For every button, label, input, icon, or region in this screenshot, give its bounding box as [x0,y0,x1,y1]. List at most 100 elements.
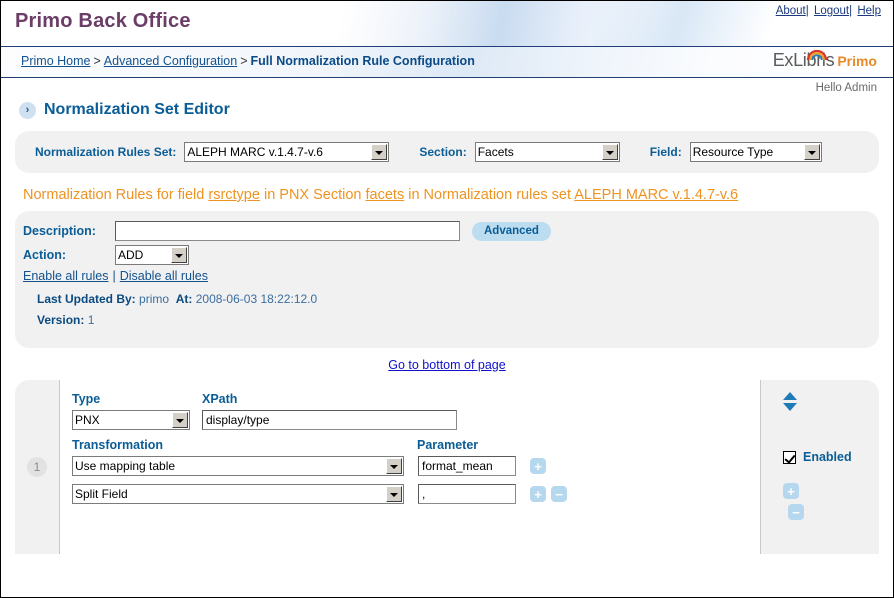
top-links-separator-2: | [849,5,853,17]
top-utility-links: About| Logout| Help [776,5,881,17]
metadata-block: Last Updated By: primo At: 2008-06-03 18… [15,292,879,327]
chevron-right-icon: › [19,101,36,119]
last-updated-by-value: primo [139,292,170,306]
page-title: › Normalization Set Editor [19,101,893,119]
section-select[interactable]: Facets [474,142,620,162]
section-link[interactable]: facets [366,187,405,203]
transformation-select-2[interactable]: Split Field [72,484,404,504]
description-label: Description: [23,224,96,238]
rule-side-controls: Enabled + − [761,380,879,554]
minus-icon[interactable]: − [788,504,804,520]
app-title: Primo Back Office [15,10,191,32]
rule-fields-row-1: PNX [72,410,760,430]
version-label: Version: [37,313,85,327]
breadcrumb-item-current: Full Normalization Rule Configuration [250,54,475,68]
plus-icon[interactable]: + [783,483,799,499]
transformation-select-wrap-1: Use mapping table [72,456,404,476]
version-row: Version: 1 [37,313,879,327]
transformation-row-1: Use mapping table + [72,456,760,476]
triangle-down-icon[interactable] [783,403,797,411]
goto-bottom-of-page-link[interactable]: Go to bottom of page [388,358,505,372]
xpath-header: XPath [202,392,238,406]
rule-type-select[interactable]: PNX [72,410,190,430]
page-root: Primo Back Office About| Logout| Help Pr… [0,0,894,598]
plus-icon[interactable]: + [530,486,546,502]
rules-panel: 1 Type XPath PNX Transf [15,380,879,554]
goto-bottom-row: Go to bottom of page [1,358,893,372]
transformation-header: Transformation [72,438,163,452]
normalization-rules-set-select[interactable]: ALEPH MARC v.1.4.7-v.6 [184,142,390,162]
enabled-checkbox[interactable] [783,450,796,464]
rule-row: 1 Type XPath PNX Transf [15,380,879,554]
at-value: 2008-06-03 18:22:12.0 [195,292,318,306]
about-link[interactable]: About [776,5,806,17]
rule-headers-row-2: Transformation Parameter [72,438,760,452]
advanced-button[interactable]: Advanced [472,221,551,241]
field-select[interactable]: Resource Type [689,142,822,162]
action-label: Action: [23,248,67,262]
type-select-wrap: PNX [72,410,190,430]
rules-set-label: Normalization Rules Set: [35,145,177,159]
logout-link[interactable]: Logout [814,5,849,17]
breadcrumb-separator-1: > [93,54,101,68]
rule-add-remove-controls: + − [783,483,804,525]
section-select-wrap: Facets [474,142,620,162]
greeting-text: Hello Admin [815,82,877,94]
exlibris-primo-logo: ExLibris Primo [773,49,877,71]
heading-part-1: Normalization Rules for field [23,187,209,203]
last-updated-row: Last Updated By: primo At: 2008-06-03 18… [37,292,879,306]
top-links-separator-1: | [805,5,809,17]
description-input[interactable] [115,221,460,241]
rules-set-select-wrap: ALEPH MARC v.1.4.7-v.6 [184,142,390,162]
field-label: Field: [649,145,682,159]
rule-headers-row-1: Type XPath [72,392,760,406]
action-select[interactable]: ADD [115,245,189,265]
section-label: Section: [419,145,467,159]
type-header: Type [72,392,101,406]
version-value: 1 [87,313,95,327]
enable-all-rules-link[interactable]: Enable all rules [23,269,108,283]
breadcrumb-item-advanced-configuration[interactable]: Advanced Configuration [104,54,237,68]
minus-icon[interactable]: − [551,486,567,502]
last-updated-by-label: Last Updated By: [37,292,136,306]
rule-number-badge: 1 [27,457,47,477]
rule-body: Type XPath PNX Transformation Parameter [59,380,761,554]
links-separator: | [112,269,116,283]
disable-all-rules-link[interactable]: Disable all rules [120,269,208,283]
rules-context-heading: Normalization Rules for field rsrctype i… [23,187,893,203]
at-label: At: [175,292,193,306]
app-header: Primo Back Office About| Logout| Help [1,1,893,47]
breadcrumb-bar: Primo Home > Advanced Configuration > Full N… [1,47,893,78]
enabled-label: Enabled [803,450,852,464]
transformation-row-2: Split Field + − [72,484,760,504]
action-select-wrap: ADD [115,245,189,265]
breadcrumb-separator-2: > [240,54,248,68]
rule-xpath-input[interactable] [202,410,457,430]
rainbow-arc-icon [806,49,827,61]
description-row: Description: Advanced [15,221,879,241]
selector-bar: Normalization Rules Set: ALEPH MARC v.1.… [15,131,879,173]
help-link[interactable]: Help [857,5,881,17]
page-title-label: Normalization Set Editor [44,101,230,118]
rule-enabled-control: Enabled [783,450,852,464]
heading-part-2: in PNX Section [259,187,366,203]
description-panel: Description: Advanced Action: ADD Enable… [15,211,879,348]
rule-number-col: 1 [15,380,59,554]
parameter-header: Parameter [417,438,479,452]
parameter-input-1[interactable] [418,456,516,476]
field-select-wrap: Resource Type [689,142,822,162]
parameter-input-2[interactable] [418,484,516,504]
bulk-rule-links: Enable all rules | Disable all rules [15,269,879,283]
field-link[interactable]: rsrctype [208,187,260,203]
plus-icon[interactable]: + [530,458,546,474]
rules-set-link[interactable]: ALEPH MARC v.1.4.7-v.6 [574,187,738,203]
triangle-up-icon[interactable] [783,392,797,400]
rule-reorder-controls [783,392,797,411]
heading-part-3: in Normalization rules set [404,187,575,203]
breadcrumb: Primo Home > Advanced Configuration > Full N… [21,54,475,68]
primo-wordmark: Primo [837,53,877,69]
transformation-select-1[interactable]: Use mapping table [72,456,404,476]
transformation-select-wrap-2: Split Field [72,484,404,504]
breadcrumb-item-primo-home[interactable]: Primo Home [21,54,90,68]
action-row: Action: ADD [15,245,879,265]
